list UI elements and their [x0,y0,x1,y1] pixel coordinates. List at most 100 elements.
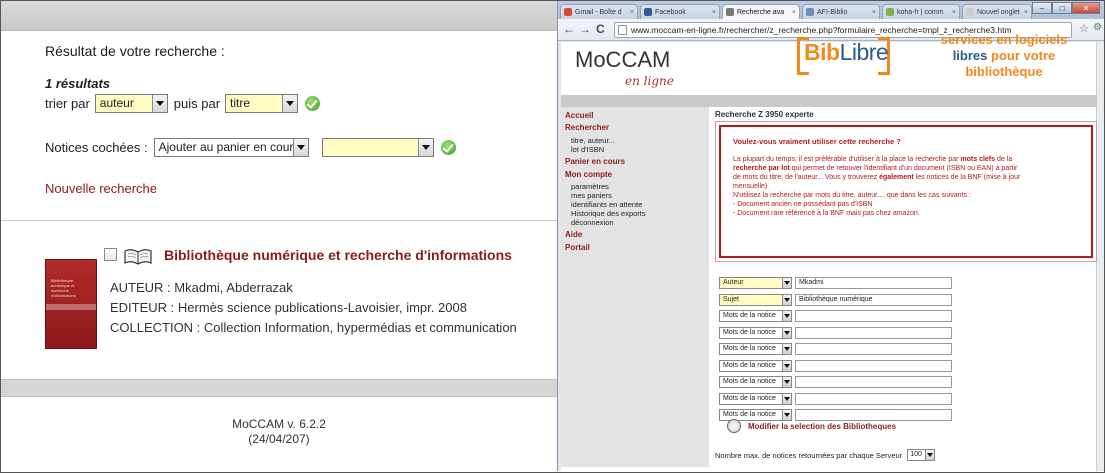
sidebar-item[interactable]: Portail [565,243,590,252]
warning-text-line: - Document ancien ne possédant pas d'ISB… [733,201,873,208]
field-value-input[interactable] [795,326,952,339]
browser-tab[interactable]: Recherche ava × [722,4,800,19]
tab-favicon [564,8,572,16]
browser-tab[interactable]: Facebook × [640,4,720,19]
chevron-down-icon [782,311,791,321]
field-type-select[interactable]: Mots de la notice [719,310,792,322]
sort-first-value: auteur [99,96,134,110]
magnifier-icon[interactable] [727,419,741,433]
sidebar-item[interactable]: Rechercher [565,123,609,132]
field-value-input[interactable] [795,409,952,421]
sidebar-item[interactable]: Panier en cours [565,157,625,166]
book-cover-image[interactable]: Bibliothèque numérique et recherche d'in… [45,259,97,349]
result-title-link[interactable]: Bibliothèque numérique et recherche d'in… [164,247,512,263]
field-type-select[interactable]: Mots de la notice [719,392,792,405]
close-tab-icon[interactable]: × [712,5,716,19]
sort-first-select[interactable]: auteur [94,94,168,113]
field-type-select[interactable]: Mots de la notice [719,326,792,339]
wrench-icon[interactable]: ⚙ [1093,22,1102,33]
sidebar-item[interactable]: identifiants en attente [571,200,642,209]
field-type-value: Mots de la notice [723,312,776,319]
validate-action-icon[interactable] [440,140,456,155]
tab-strip: Gmail - Boîte d × Facebook × Recherche ava × A… [558,1,1104,19]
checked-action-select[interactable]: Ajouter au panier en cours [153,138,309,157]
close-tab-icon[interactable]: × [1024,5,1028,19]
moccam-logo[interactable]: MoCCAM [575,47,670,73]
minimize-button[interactable]: – [1032,2,1052,14]
cover-title: Bibliothèque numérique et recherche d'in… [51,278,76,298]
warning-text: La plupart du temps, il est préférable d… [733,155,1023,218]
biblibre-logo[interactable]: BibLibre [804,39,889,66]
site-sidebar: Accueil Rechercher titre, auteur... lot d'I… [561,107,709,467]
field-type-select[interactable]: Mots de la notice [719,376,792,388]
field-type-select[interactable]: Mots de la notice [719,359,792,372]
field-type-select[interactable]: Sujet [719,293,792,306]
browser-tab[interactable]: Gmail - Boîte d × [560,4,638,19]
page-title: Recherche Z 3950 experte [715,110,814,119]
field-value-input[interactable] [795,310,952,322]
search-field-row: Mots de la notice [719,392,952,405]
field-value-input[interactable]: Mkadmi [795,277,952,289]
search-field-row: Auteur Mkadmi [719,277,952,289]
biblibre-logo-bib: Bib [804,39,840,65]
biblibre-slogan: services en logiciels libres pour votre … [924,32,1084,80]
search-field-row: Mots de la notice [719,376,952,388]
validate-sort-icon[interactable] [305,96,321,111]
vertical-scrollbar[interactable] [1096,42,1104,471]
version-label: MoCCAM v. 6.2.2 [232,417,326,431]
keyword-search-link[interactable]: mots clefs [960,156,995,163]
page-icon [618,25,627,35]
field-type-select[interactable]: Auteur [719,277,792,289]
new-search-link[interactable]: Nouvelle recherche [45,181,157,196]
chevron-down-icon [151,95,167,112]
sidebar-item[interactable]: déconnexion [571,218,614,227]
sidebar-item[interactable]: lot d'ISBN [571,145,604,154]
close-tab-icon[interactable]: × [630,5,634,19]
close-tab-icon[interactable]: × [872,5,876,19]
select-notice-checkbox[interactable] [104,248,117,261]
chevron-down-icon [782,377,791,387]
result-heading: Résultat de votre recherche : [45,43,225,59]
search-field-row: Mots de la notice [719,326,952,339]
close-tab-icon[interactable]: × [792,5,796,19]
sidebar-item[interactable]: Accueil [565,111,593,120]
sidebar-item[interactable]: Mon compte [565,170,612,179]
slogan-line2-libres: libres [952,48,988,63]
field-value-input[interactable] [795,343,952,355]
sidebar-item[interactable]: Aide [565,230,582,239]
version-date: (24/04/207) [248,432,310,446]
sidebar-item[interactable]: mes paniers [571,191,612,200]
warning-question: Voulez-vous vraiment utiliser cette rech… [733,137,901,146]
divider [1,220,557,221]
reload-button[interactable]: C [596,22,605,36]
browser-tab[interactable]: AFI-Biblio × [802,4,880,19]
biblibre-logo-libre: Libre [839,39,889,65]
sidebar-item[interactable]: Historique des exports [571,209,646,218]
forward-button[interactable]: → [579,22,591,36]
maximize-button[interactable]: □ [1052,2,1072,14]
batch-search-link[interactable]: recherche par lot [733,165,790,172]
field-value-input[interactable] [795,359,952,372]
modify-libraries-link[interactable]: Modifier la selection des Bibliotheques [748,422,896,431]
result-publisher: EDITEUR : Hermès science publications-La… [110,300,467,315]
browser-tab[interactable]: Nouvel onglet × [962,4,1032,19]
close-window-button[interactable]: ✕ [1072,2,1100,14]
result-author: AUTEUR : Mkadmi, Abderrazak [110,280,293,295]
chevron-down-icon [292,139,308,156]
field-value-input[interactable]: Bibliothèque numérique [795,293,952,306]
sort-second-select[interactable]: titre [225,94,299,113]
browser-tab[interactable]: koha-fr | comm × [882,4,960,19]
chevron-down-icon [782,410,791,420]
chevron-down-icon [782,360,791,371]
checked-target-select[interactable] [321,138,434,157]
field-value-input[interactable] [795,392,952,405]
back-button[interactable]: ← [563,22,575,36]
field-value-input[interactable] [795,376,952,388]
sidebar-item[interactable]: titre, auteur... [571,136,615,145]
close-tab-icon[interactable]: × [952,5,956,19]
sidebar-item[interactable]: paramètres [571,182,609,191]
max-notices-row: Nombre max. de notices retournées par ch… [715,449,936,461]
max-notices-select[interactable]: 100 [907,449,936,461]
checked-notices-label: Notices cochées : [45,140,148,155]
field-type-select[interactable]: Mots de la notice [719,343,792,355]
